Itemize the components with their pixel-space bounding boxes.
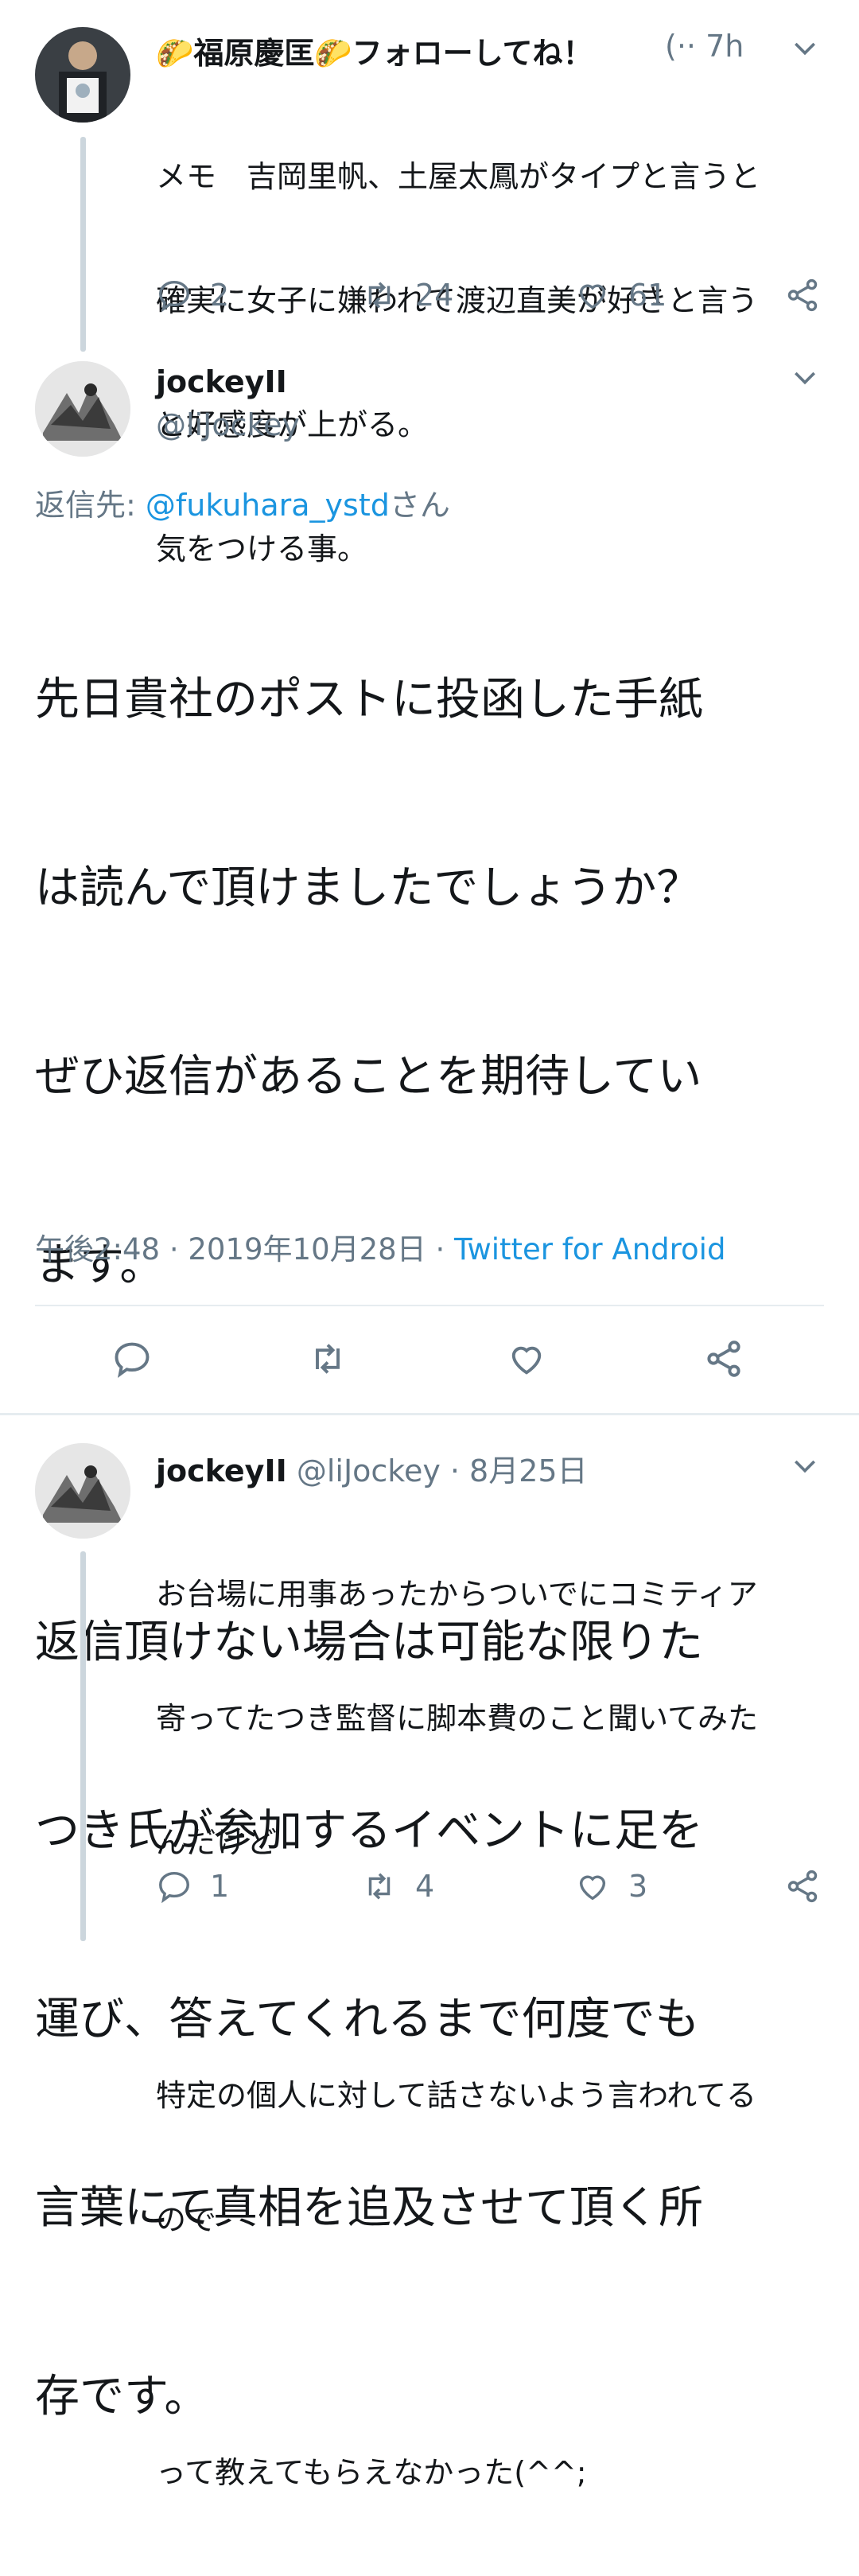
retweet-icon: [316, 1344, 340, 1374]
tweet-line: ので: [156, 2202, 217, 2237]
reply-context: 返信先: @fukuhara_ystdさん: [35, 481, 450, 524]
display-name[interactable]: jockeyII: [156, 364, 287, 399]
avatar[interactable]: [35, 361, 130, 457]
retweet-icon: [368, 282, 391, 309]
reply-icon: [115, 1342, 150, 1378]
timestamp-line: 午後2:48 · 2019年10月28日 · Twitter for Andro…: [35, 1225, 725, 1268]
reply-prefix: 返信先:: [35, 488, 146, 523]
display-name[interactable]: 🌮福原慶匡🌮フォローしてね！: [156, 29, 593, 72]
like-count: 3: [628, 1869, 648, 1904]
like-button[interactable]: 61: [574, 277, 667, 313]
avatar-image: [35, 27, 130, 123]
retweet-count: 4: [415, 1869, 435, 1904]
chevron-down-icon[interactable]: [789, 32, 821, 67]
reply-target-link[interactable]: @fukuhara_ystd: [146, 488, 390, 523]
divider: [0, 1413, 859, 1415]
like-button[interactable]: [506, 1338, 547, 1379]
reply-button[interactable]: [111, 1338, 153, 1379]
reply-suffix: さん: [389, 488, 450, 523]
tweet-line: [156, 2323, 848, 2369]
avatar-image: [35, 1443, 130, 1539]
share-icon: [707, 1341, 740, 1377]
display-name[interactable]: jockeyII: [156, 1453, 287, 1488]
reply-button[interactable]: 2: [156, 277, 229, 313]
tweet-line: 確実に女子に嫌われて渡辺直美が好きと言う: [156, 283, 758, 318]
reply-icon: [159, 1871, 189, 1904]
like-button[interactable]: 3: [574, 1868, 647, 1905]
tweet-text: お台場に用事あったからついでにコミティア 寄ってたつき監督に脚本費のこと聞いてみ…: [156, 1491, 848, 2576]
divider: [35, 1305, 824, 1306]
share-button[interactable]: [784, 277, 821, 313]
tweet-line: は読んで頂けましたでしょうか？: [35, 862, 702, 914]
tweet-header: jockeyII @liJockey · 8月25日: [156, 1446, 588, 1490]
share-button[interactable]: [703, 1338, 744, 1379]
handle-time: @liJockey · 8月25日: [296, 1453, 588, 1488]
share-icon: [787, 1870, 818, 1903]
timestamp[interactable]: 午後2:48 · 2019年10月28日 ·: [35, 1232, 454, 1267]
avatar[interactable]: [35, 1443, 130, 1539]
retweet-count: 24: [415, 278, 454, 313]
like-icon: [579, 284, 606, 309]
tweet-line: 寄ってたつき監督に脚本費のこと聞いてみた: [156, 1701, 758, 1736]
like-count: 61: [628, 278, 667, 313]
avatar-image: [35, 361, 130, 457]
thread-line: [80, 137, 86, 352]
reply-icon: [159, 280, 189, 313]
share-icon: [787, 278, 818, 312]
thread-line: [80, 1551, 86, 1941]
tweet-line: んだけど: [156, 1825, 278, 1860]
tweet-line: メモ 吉岡里帆、土屋太鳳がタイプと言うと: [156, 159, 761, 194]
tweet-line: 特定の個人に対して話さないよう言われてる: [156, 2078, 757, 2113]
retweet-button[interactable]: 4: [361, 1868, 434, 1905]
tweet-line: 先日貴社のポストに投函した手紙: [35, 674, 703, 726]
reply-count: 1: [210, 1869, 230, 1904]
chevron-down-icon[interactable]: [789, 1449, 821, 1485]
handle-time: (·· 7h: [665, 29, 744, 64]
client-link[interactable]: Twitter for Android: [454, 1232, 725, 1267]
reply-button[interactable]: 1: [156, 1868, 229, 1905]
like-icon: [579, 1875, 606, 1901]
tweet-line: [156, 1946, 848, 1992]
tweet-line: お台場に用事あったからついでにコミティア: [156, 1577, 758, 1612]
share-button[interactable]: [784, 1868, 821, 1905]
retweet-button[interactable]: [307, 1338, 348, 1379]
handle[interactable]: @liJockey: [156, 407, 300, 442]
chevron-down-icon[interactable]: [789, 361, 821, 396]
tweet-line: って教えてもらえなかった(^^;: [156, 2455, 587, 2490]
tweet-line: ぜひ返信があることを期待してい: [35, 1051, 702, 1103]
retweet-icon: [368, 1873, 391, 1900]
retweet-button[interactable]: 24: [361, 277, 453, 313]
avatar[interactable]: [35, 27, 130, 123]
like-icon: [511, 1346, 542, 1375]
reply-count: 2: [210, 278, 230, 313]
